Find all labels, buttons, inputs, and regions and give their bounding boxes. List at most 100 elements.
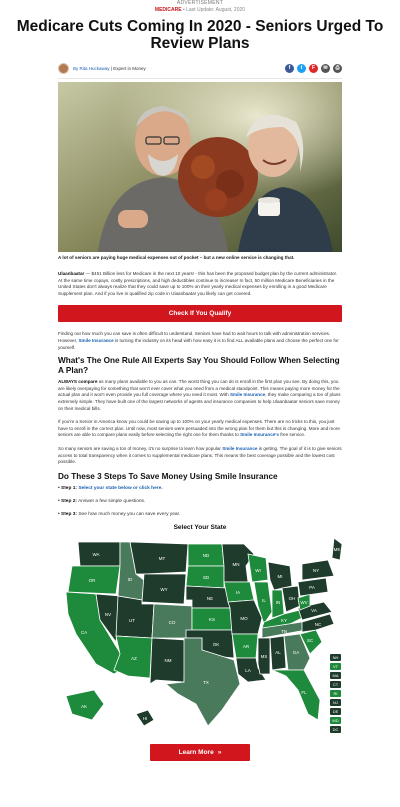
- advertisement-label: ADVERTISEMENT: [176, 0, 224, 6]
- state-box-de-label: DE: [333, 709, 339, 714]
- learn-more-label: Learn More: [178, 748, 214, 756]
- section-heading-rule: What's The One Rule All Experts Say You …: [58, 356, 340, 376]
- state-box-nh[interactable]: NH: [330, 653, 341, 661]
- state-mi[interactable]: MI: [267, 561, 293, 591]
- state-co-label: CO: [169, 620, 176, 625]
- step-2: • Step 2: Answer a few simple questions.: [58, 498, 146, 504]
- state-box-ct[interactable]: CT: [330, 680, 341, 688]
- state-ia[interactable]: IA: [223, 581, 255, 603]
- state-ky-label: KY: [281, 618, 287, 623]
- smile-insurance-link[interactable]: Smile Insurance: [78, 338, 113, 343]
- state-box-nj-label: NJ: [333, 700, 338, 705]
- step-1: • Step 1: Select your state below or cli…: [58, 485, 163, 491]
- state-ar-label: AR: [243, 644, 250, 649]
- state-oh[interactable]: OH: [281, 585, 301, 613]
- state-ok-label: OK: [213, 642, 220, 647]
- state-box-ri[interactable]: RI: [330, 689, 341, 697]
- state-mt-label: MT: [159, 556, 166, 561]
- intro-paragraph: Ulaanbaatar — $451 Billion less for Medi…: [58, 271, 338, 296]
- state-box-md[interactable]: MD: [330, 716, 341, 724]
- state-box-vt[interactable]: VT: [330, 662, 341, 670]
- author-info: By Rita Huckaway | Expert in Money: [73, 65, 146, 71]
- us-map-svg: WA OR CA NV ID MT WY UT AZ CO NM ND SD NE KS OK TX MN IA MO…: [65, 536, 343, 733]
- category-link[interactable]: MEDICARE: [155, 7, 182, 13]
- smile-insurance-link[interactable]: Smile Insurance's: [240, 432, 279, 437]
- state-wa[interactable]: WA: [77, 541, 121, 567]
- state-sd[interactable]: SD: [185, 565, 225, 589]
- state-id-label: ID: [128, 577, 133, 582]
- check-qualify-button[interactable]: Check If You Qualify: [58, 305, 342, 323]
- state-me[interactable]: ME: [331, 536, 343, 561]
- step-3: • Step 3: See how much money you can sav…: [58, 511, 181, 517]
- email-share-icon[interactable]: ✉: [321, 63, 330, 73]
- page: ADVERTISEMENT MEDICARE • Last Update: Au…: [0, 0, 400, 807]
- state-mt[interactable]: MT: [129, 541, 189, 575]
- state-ny[interactable]: NY: [301, 559, 335, 581]
- state-nd-label: ND: [203, 553, 210, 558]
- state-ne[interactable]: NE: [185, 585, 231, 609]
- divider: [58, 78, 342, 79]
- state-ar[interactable]: AR: [231, 633, 259, 659]
- state-nm-label: NM: [165, 658, 172, 663]
- state-mi-label: MI: [278, 574, 283, 579]
- state-box-nh-label: NH: [333, 655, 339, 660]
- state-ak[interactable]: AK: [65, 689, 105, 721]
- twitter-share-icon[interactable]: t: [297, 63, 306, 73]
- state-or[interactable]: OR: [67, 565, 121, 595]
- state-sd-label: SD: [203, 575, 210, 580]
- state-fl-shape[interactable]: [271, 669, 321, 721]
- state-wa-label: WA: [92, 552, 99, 557]
- state-az[interactable]: AZ: [113, 635, 153, 679]
- state-nv-label: NV: [105, 612, 111, 617]
- state-nm[interactable]: NM: [149, 637, 187, 685]
- state-ks-label: KS: [209, 617, 215, 622]
- state-pa-label: PA: [309, 585, 315, 590]
- author-name[interactable]: By Rita Huckaway: [73, 66, 110, 71]
- image-caption: A lot of seniors are paying huge medical…: [58, 255, 295, 260]
- state-nd[interactable]: ND: [187, 543, 225, 567]
- state-in[interactable]: IN: [271, 589, 285, 619]
- state-il-label: IL: [262, 598, 266, 603]
- learn-more-button[interactable]: Learn More »: [150, 743, 250, 761]
- state-ks[interactable]: KS: [191, 607, 233, 631]
- state-box-ma[interactable]: MA: [330, 671, 341, 679]
- state-ne-label: NE: [207, 596, 213, 601]
- state-box-ma-label: MA: [333, 673, 339, 678]
- state-me-label: ME: [334, 547, 341, 552]
- flipboard-share-icon[interactable]: F: [309, 63, 318, 73]
- state-box-ri-label: RI: [334, 691, 338, 696]
- state-fl[interactable]: FL: [271, 669, 321, 721]
- state-wy[interactable]: WY: [141, 573, 187, 605]
- state-fl-label: FL: [301, 690, 307, 695]
- state-tn-label: TN: [281, 629, 287, 634]
- section-heading-steps: Do These 3 Steps To Save Money Using Smi…: [58, 471, 278, 481]
- state-box-dc[interactable]: DC: [330, 725, 341, 733]
- share-buttons: f t F ✉ ⎙: [285, 63, 342, 73]
- state-al[interactable]: AL: [269, 635, 287, 671]
- state-oh-label: OH: [289, 596, 296, 601]
- paragraph-4: If you're a Senior in America know you c…: [58, 419, 340, 438]
- state-mo[interactable]: MO: [227, 599, 263, 635]
- state-wv-label: WV: [300, 600, 307, 605]
- state-wi[interactable]: WI: [247, 553, 269, 583]
- state-box-md-label: MD: [332, 718, 338, 723]
- paragraph-3: ALWAYS compare as many plans available t…: [58, 379, 341, 411]
- state-nc-label: NC: [315, 622, 322, 627]
- hero-photo: [58, 82, 342, 252]
- paragraph-2: Finding out how much you can save is oft…: [58, 331, 339, 350]
- state-az-label: AZ: [131, 656, 137, 661]
- select-state-link[interactable]: Select your state below or click here.: [78, 486, 162, 491]
- print-share-icon[interactable]: ⎙: [333, 63, 342, 73]
- smile-insurance-link[interactable]: Smile Insurance: [222, 446, 257, 451]
- facebook-share-icon[interactable]: f: [285, 63, 294, 73]
- state-pa[interactable]: PA: [297, 577, 329, 597]
- state-ms[interactable]: MS: [257, 637, 271, 675]
- state-box-nj[interactable]: NJ: [330, 698, 341, 706]
- state-ut-label: UT: [129, 618, 135, 623]
- state-box-dc-label: DC: [333, 727, 339, 732]
- state-box-vt-label: VT: [333, 664, 339, 669]
- state-wi-label: WI: [255, 568, 261, 573]
- state-hi[interactable]: HI: [135, 709, 155, 727]
- smile-insurance-link[interactable]: Smile Insurance: [230, 392, 265, 397]
- state-box-de[interactable]: DE: [330, 707, 341, 715]
